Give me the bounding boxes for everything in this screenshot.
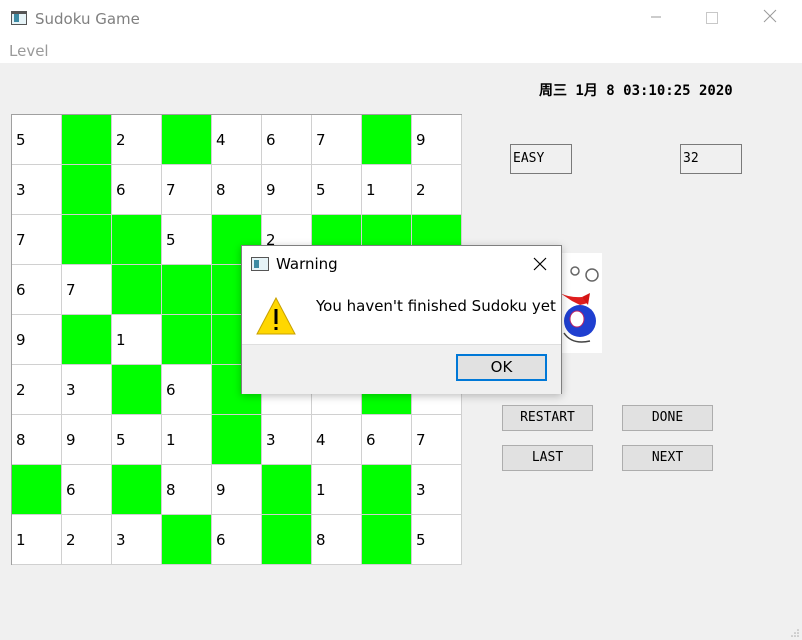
- sudoku-cell[interactable]: 6: [112, 165, 162, 215]
- sudoku-cell[interactable]: 8: [12, 415, 62, 465]
- sudoku-cell[interactable]: 8: [312, 515, 362, 565]
- level-field[interactable]: EASY: [510, 144, 572, 174]
- close-icon: [533, 257, 547, 271]
- sudoku-cell[interactable]: 7: [412, 415, 462, 465]
- sudoku-cell[interactable]: 5: [412, 515, 462, 565]
- close-button[interactable]: [741, 0, 799, 38]
- dialog-message: You haven't finished Sudoku yet: [316, 297, 556, 315]
- mascot-image: [560, 253, 602, 353]
- sudoku-cell[interactable]: 1: [12, 515, 62, 565]
- sudoku-cell[interactable]: [162, 315, 212, 365]
- dialog-title: Warning: [276, 255, 338, 273]
- sudoku-cell[interactable]: [162, 515, 212, 565]
- sudoku-cell[interactable]: 4: [312, 415, 362, 465]
- menu-level[interactable]: Level: [9, 42, 49, 60]
- menu-bar: Level: [0, 39, 802, 63]
- window-title: Sudoku Game: [35, 10, 140, 28]
- sudoku-cell[interactable]: [112, 465, 162, 515]
- sudoku-cell[interactable]: 5: [12, 115, 62, 165]
- sudoku-cell[interactable]: 4: [212, 115, 262, 165]
- sudoku-cell[interactable]: [362, 515, 412, 565]
- sudoku-cell[interactable]: [112, 215, 162, 265]
- sudoku-cell[interactable]: 3: [412, 465, 462, 515]
- title-bar: Sudoku Game: [0, 0, 802, 39]
- sudoku-cell[interactable]: [162, 265, 212, 315]
- sudoku-cell[interactable]: [262, 465, 312, 515]
- restart-button[interactable]: RESTART: [502, 405, 593, 431]
- sudoku-cell[interactable]: 6: [362, 415, 412, 465]
- sudoku-cell[interactable]: 5: [162, 215, 212, 265]
- minimize-icon: [651, 16, 661, 18]
- sudoku-cell[interactable]: 9: [212, 465, 262, 515]
- sudoku-cell[interactable]: [62, 215, 112, 265]
- sudoku-cell[interactable]: 6: [162, 365, 212, 415]
- dialog-close-button[interactable]: [526, 250, 554, 278]
- sudoku-cell[interactable]: 6: [262, 115, 312, 165]
- sudoku-cell[interactable]: 9: [412, 115, 462, 165]
- sudoku-cell[interactable]: 7: [62, 265, 112, 315]
- maximize-button[interactable]: [683, 0, 741, 38]
- sudoku-cell[interactable]: [12, 465, 62, 515]
- sudoku-cell[interactable]: 8: [212, 165, 262, 215]
- sudoku-cell[interactable]: [62, 115, 112, 165]
- sudoku-cell[interactable]: [62, 315, 112, 365]
- sudoku-cell[interactable]: 1: [162, 415, 212, 465]
- sudoku-cell[interactable]: 9: [262, 165, 312, 215]
- last-button[interactable]: LAST: [502, 445, 593, 471]
- sudoku-cell[interactable]: 9: [12, 315, 62, 365]
- sudoku-cell[interactable]: 2: [62, 515, 112, 565]
- sudoku-cell[interactable]: [212, 415, 262, 465]
- close-icon: [763, 9, 777, 23]
- sudoku-cell[interactable]: [112, 265, 162, 315]
- resize-grip-icon[interactable]: [790, 628, 800, 638]
- sudoku-cell[interactable]: [362, 115, 412, 165]
- warning-icon: [255, 296, 297, 336]
- next-button[interactable]: NEXT: [622, 445, 713, 471]
- sudoku-cell[interactable]: 8: [162, 465, 212, 515]
- dialog-app-icon: [251, 257, 269, 271]
- sudoku-cell[interactable]: 7: [162, 165, 212, 215]
- sudoku-cell[interactable]: 7: [312, 115, 362, 165]
- sudoku-cell[interactable]: 7: [12, 215, 62, 265]
- sudoku-cell[interactable]: 3: [62, 365, 112, 415]
- sudoku-cell[interactable]: 6: [62, 465, 112, 515]
- done-button[interactable]: DONE: [622, 405, 713, 431]
- score-field[interactable]: 32: [680, 144, 742, 174]
- sudoku-cell[interactable]: 2: [412, 165, 462, 215]
- sudoku-cell[interactable]: 9: [62, 415, 112, 465]
- datetime-label: 周三 1月 8 03:10:25 2020: [539, 83, 733, 99]
- sudoku-cell[interactable]: [362, 465, 412, 515]
- sudoku-cell[interactable]: 5: [312, 165, 362, 215]
- sudoku-cell[interactable]: 1: [312, 465, 362, 515]
- dialog-footer: OK: [242, 344, 561, 394]
- sudoku-cell[interactable]: [62, 165, 112, 215]
- sudoku-cell[interactable]: [162, 115, 212, 165]
- sudoku-cell[interactable]: 3: [112, 515, 162, 565]
- maximize-icon: [706, 12, 718, 24]
- sudoku-cell[interactable]: 1: [112, 315, 162, 365]
- sudoku-cell[interactable]: 2: [112, 115, 162, 165]
- sudoku-cell[interactable]: 1: [362, 165, 412, 215]
- sudoku-cell[interactable]: 3: [12, 165, 62, 215]
- app-icon: [11, 11, 27, 25]
- sudoku-cell[interactable]: 6: [212, 515, 262, 565]
- sudoku-cell[interactable]: [112, 365, 162, 415]
- warning-dialog: Warning You haven't finished Sudoku yet …: [241, 245, 562, 394]
- sudoku-cell[interactable]: 3: [262, 415, 312, 465]
- sudoku-cell[interactable]: 2: [12, 365, 62, 415]
- minimize-button[interactable]: [627, 0, 685, 38]
- sudoku-cell[interactable]: 6: [12, 265, 62, 315]
- sudoku-cell[interactable]: [262, 515, 312, 565]
- ok-button[interactable]: OK: [456, 354, 547, 381]
- sudoku-cell[interactable]: 5: [112, 415, 162, 465]
